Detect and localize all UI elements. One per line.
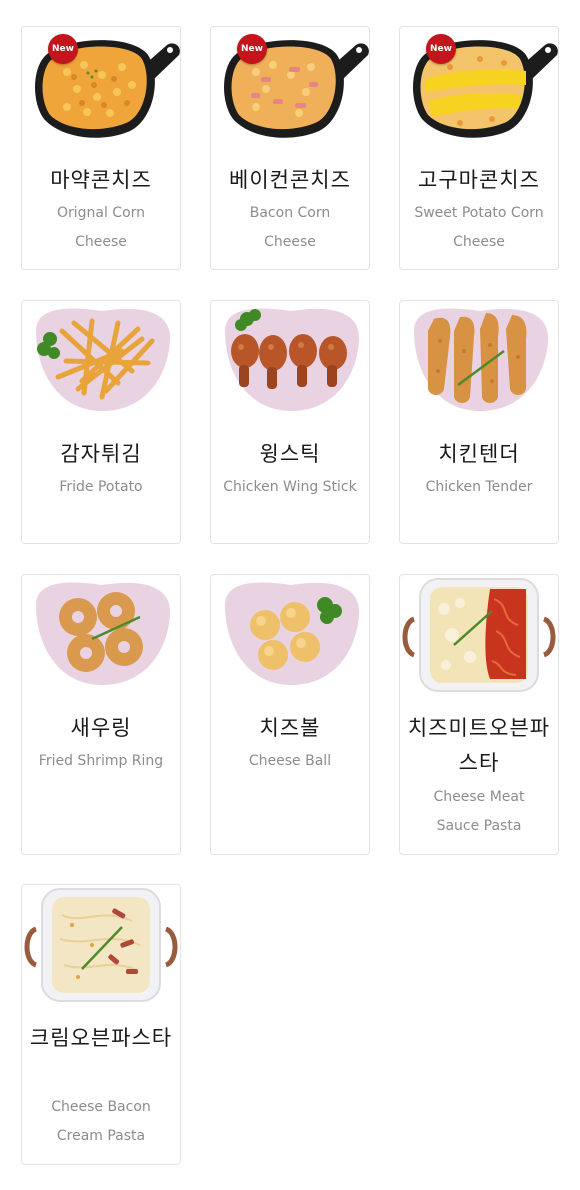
dish-image-fries [22, 301, 180, 419]
menu-name-ko: 고구마콘치즈 [418, 168, 540, 192]
menu-card-corn-cheese[interactable]: New 마약콘치즈 Orignal Corn Cheese [21, 26, 181, 270]
menu-card-shrimp-ring[interactable]: 새우링 Fried Shrimp Ring [21, 574, 181, 855]
menu-name-ko: 윙스틱 [259, 442, 321, 466]
new-badge: New [237, 34, 267, 64]
menu-name-ko: 베이컨콘치즈 [229, 168, 351, 192]
menu-name-ko: 감자튀김 [60, 442, 142, 466]
dish-image-meat-pasta [400, 575, 558, 693]
menu-card-wings[interactable]: 윙스틱 Chicken Wing Stick [210, 300, 370, 544]
dish-image-tenders [400, 301, 558, 419]
new-badge: New [426, 34, 456, 64]
menu-card-fries[interactable]: 감자튀김 Fride Potato [21, 300, 181, 544]
menu-name-en: Bacon Corn Cheese [249, 205, 331, 250]
menu-card-tenders[interactable]: 치킨텐더 Chicken Tender [399, 300, 559, 544]
dish-image-shrimp-ring [22, 575, 180, 693]
menu-name-en: Chicken Wing Stick [223, 479, 357, 495]
menu-name-ko: 치즈볼 [259, 716, 321, 740]
menu-name-en: Chicken Tender [425, 479, 533, 495]
menu-name-en: Cheese Meat Sauce Pasta [433, 789, 525, 834]
menu-name-ko: 치즈미트오븐파스타 [407, 716, 551, 775]
menu-name-ko: 마약콘치즈 [50, 168, 152, 192]
menu-name-en: Orignal Corn Cheese [56, 205, 146, 250]
dish-image-cheese-ball [211, 575, 369, 693]
menu-name-ko: 크림오븐파스타 [29, 1026, 173, 1050]
menu-name-en: Fried Shrimp Ring [38, 753, 164, 769]
menu-name-en: Fride Potato [59, 479, 143, 495]
dish-image-wings [211, 301, 369, 419]
menu-name-en: Sweet Potato Corn Cheese [414, 205, 544, 250]
new-badge: New [48, 34, 78, 64]
dish-image-cream-pasta [22, 885, 180, 1003]
menu-card-cheese-ball[interactable]: 치즈볼 Cheese Ball [210, 574, 370, 855]
menu-card-meat-pasta[interactable]: 치즈미트오븐파스타 Cheese Meat Sauce Pasta [399, 574, 559, 855]
dish-image-bacon-corn-cheese [211, 27, 369, 145]
menu-card-cream-pasta[interactable]: 크림오븐파스타 Cheese Bacon Cream Pasta [21, 884, 181, 1165]
dish-image-corn-cheese [22, 27, 180, 145]
dish-image-sweet-potato-corn-cheese [400, 27, 558, 145]
menu-name-ko: 치킨텐더 [438, 442, 520, 466]
menu-name-en: Cheese Bacon Cream Pasta [51, 1099, 151, 1144]
menu-name-en: Cheese Ball [248, 753, 332, 769]
menu-name-ko: 새우링 [70, 716, 132, 740]
menu-card-bacon-corn-cheese[interactable]: New 베이컨콘치즈 Bacon Corn Cheese [210, 26, 370, 270]
menu-card-sweet-potato-corn-cheese[interactable]: New 고구마콘치즈 Sweet Potato Corn Cheese [399, 26, 559, 270]
